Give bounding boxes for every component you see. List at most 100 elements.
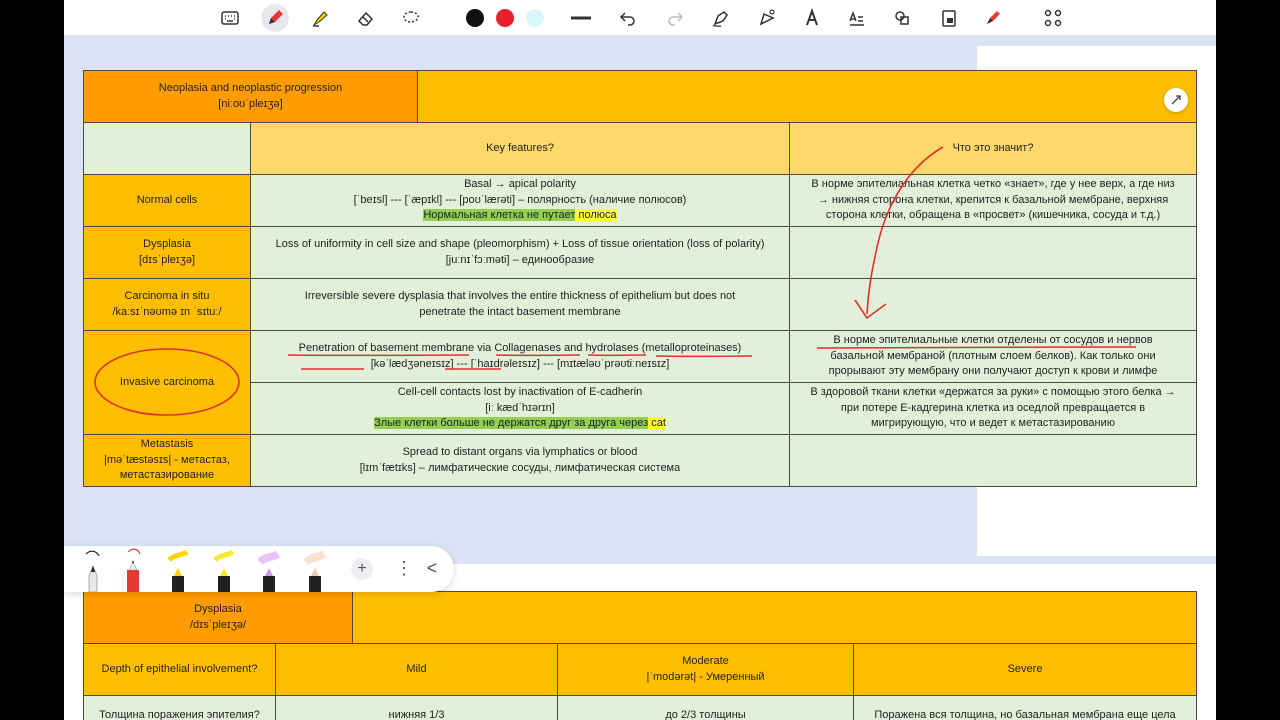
key-features-cell: Cell-cell contacts lost by inactivation … [249,382,791,435]
corner-cell [83,122,251,175]
table-title-ipa: [niːoʊˈpleɪʒə] [218,97,283,110]
row-label: Metastasis [140,438,194,451]
key-features-header: Key features? [249,122,791,175]
text-recognition-icon[interactable] [845,6,869,30]
moderate-label: Moderate [682,655,729,667]
note-canvas[interactable]: Neoplasia and neoplastic progression [ni… [64,36,1216,720]
add-pen-button[interactable]: + [351,558,373,580]
more-icon[interactable]: ⋮ [394,558,414,579]
table-row: Толщина поражения эпителия? нижняя 1/3 д… [83,695,1198,720]
meaning-line: В норме эпителиальная клетка четко «знае… [811,178,1175,191]
column-header-row: Key features? Что это значит? [83,122,1198,175]
mild-value: нижняя 1/3 [274,695,559,720]
feature-line: [kəˈlædʒəneɪsɪz] --- [ˈhaɪdrəleɪsɪz] ---… [370,357,670,370]
meaning-line: В норме эпителиальные клетки отделены от… [833,334,1153,347]
row-label-carcinoma-in-situ: Carcinoma in situ /kaːsɪˈnəʊmə ɪn ˈsɪtuː… [83,278,251,331]
meaning-line: базальной мембраной (плотным слоем белко… [830,349,1156,362]
stroke-width-icon[interactable] [569,6,593,30]
color-black[interactable] [466,9,484,27]
key-features-cell: Basal → apical polarity [ˈbeɪsl] --- [ˈæ… [249,174,791,227]
collapse-icon[interactable] [1164,88,1188,112]
meaning-header: Что это значит? [789,122,1198,175]
meaning-line: при потере E-кадгерина клетка из оседлой… [840,401,1146,414]
title-fill-cell [417,70,1198,123]
meaning-cell: В норме эпителиальная клетка четко «знае… [789,174,1198,227]
color-light-cyan[interactable] [526,9,544,27]
meaning-line: прорывают эту мембрану они получают дост… [828,365,1158,378]
redo-icon[interactable] [663,6,687,30]
highlighted-text: Злые клетки больше не держатся друг за д… [374,417,649,430]
feature-line: Spread to distant organs via lymphatics … [402,446,638,458]
highlighter-yellow-2[interactable] [213,546,235,592]
row-label-ru: метастазирование [119,469,215,482]
red-pen-icon[interactable] [981,6,1005,30]
table-title-cell: Dysplasia /dɪsˈpleɪʒə/ [82,591,354,644]
table-row: Invasive carcinoma Penetration of baseme… [83,330,1198,435]
undo-icon[interactable] [616,6,640,30]
feature-line: Нормальная клетка не путает полюса [257,208,783,224]
meaning-cell [789,278,1198,331]
row-label-ipa: [dɪsˈpleɪʒə] [138,253,195,266]
highlighter-icon[interactable] [308,6,332,30]
row-label-ipa: |məˈtæstəsɪs| - метастаз, [104,453,230,466]
eraser-icon[interactable] [354,6,378,30]
feature-line: [juːnɪˈfɔːməti] – единообразие [445,253,595,266]
table-header-row: Neoplasia and neoplastic progression [ni… [82,70,1198,123]
meaning-cell: В норме эпителиальные клетки отделены от… [789,330,1198,383]
key-features-cell: Loss of uniformity in cell size and shap… [249,226,791,279]
key-features-cell: Spread to distant organs via lymphatics … [249,434,791,487]
moderate-value: до 2/3 толщины [557,695,855,720]
drawing-toolbar [64,0,1216,36]
row-label-invasive-carcinoma: Invasive carcinoma [83,330,251,435]
keyboard-icon[interactable] [218,6,242,30]
meaning-line: сторона клетки, обращена в «просвет» (ки… [825,209,1161,222]
feature-line: Penetration of basement membrane via Col… [298,342,742,354]
feature-line: Irreversible severe dysplasia that invol… [304,290,736,302]
feature-line: Cell-cell contacts lost by inactivation … [397,386,643,399]
thickness-label: Толщина поражения эпителия? [83,695,276,720]
highlighted-text: Нормальная клетка не путает [423,209,576,222]
pen-red[interactable] [122,546,144,592]
table-row: Dysplasia [dɪsˈpleɪʒə] Loss of uniformit… [83,226,1198,279]
key-features-cell: Irreversible severe dysplasia that invol… [249,278,791,331]
highlighted-text: cat [648,417,666,430]
table-row: Carcinoma in situ /kaːsɪˈnəʊmə ɪn ˈsɪtuː… [83,278,1198,331]
feature-line: Злые клетки больше не держатся друг за д… [257,416,783,432]
table-title: Neoplasia and neoplastic progression [158,82,343,94]
lasso-icon[interactable] [399,6,423,30]
row-label: Dysplasia [143,238,191,250]
shapes-icon[interactable] [890,6,914,30]
palette-collapse-button[interactable]: < [422,558,442,579]
notes-app: Neoplasia and neoplastic progression [ni… [64,0,1216,720]
table-title-cell: Neoplasia and neoplastic progression [ni… [82,70,419,123]
highlighter-purple[interactable] [257,546,281,592]
color-red[interactable] [496,9,514,27]
neoplasia-table: Neoplasia and neoplastic progression [ni… [82,70,1198,487]
meaning-line: мигрирующую, что и ведет к метастазирова… [871,417,1116,430]
feature-line: [ˈbeɪsl] --- [ˈæpɪkl] --- [poʊˈlærəti] –… [353,193,687,206]
grid-icon[interactable] [1041,6,1065,30]
title-fill-cell [352,591,1198,644]
text-style-icon[interactable] [800,6,824,30]
pen-palette: + ⋮ < [64,546,454,593]
column-header-row: Depth of epithelial involvement? Mild Mo… [83,643,1198,696]
highlighter-yellow[interactable] [167,546,189,592]
pen-icon[interactable] [261,4,289,32]
table-row: Metastasis |məˈtæstəsɪs| - метастаз, мет… [83,434,1198,487]
lock-icon[interactable] [937,6,961,30]
shape-pen-icon[interactable] [709,6,733,30]
depth-label: Depth of epithelial involvement? [83,643,276,696]
fine-pen-black[interactable] [82,546,104,593]
feature-line: penetrate the intact basement membrane [419,305,621,318]
row-label: Carcinoma in situ [124,290,210,302]
row-label-normal-cells: Normal cells [83,174,251,227]
table-title: Dysplasia [194,603,242,615]
shape-icon[interactable] [755,6,779,30]
meaning-cell [789,226,1198,279]
key-features-cell: Penetration of basement membrane via Col… [249,330,791,383]
severe-header: Severe [853,643,1198,696]
highlighter-peach[interactable] [303,546,327,592]
meaning-line: В здоровой ткани клетки «держатся за рук… [810,386,1176,399]
row-label-metastasis: Metastasis |məˈtæstəsɪs| - метастаз, мет… [83,434,251,487]
table-title-ipa: /dɪsˈpleɪʒə/ [190,618,247,631]
